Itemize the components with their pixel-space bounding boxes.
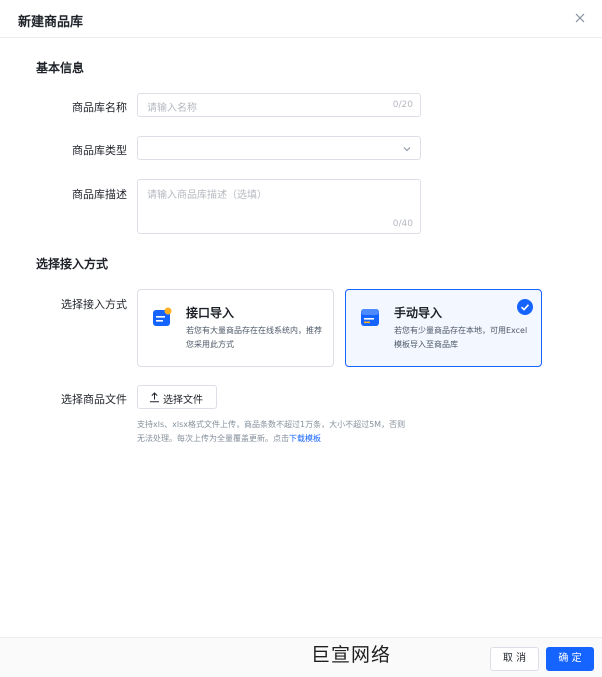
file-label: 选择商品文件 xyxy=(61,393,127,406)
check-circle-icon xyxy=(517,299,533,315)
upload-hint: 支持xls、xlsx格式文件上传，商品条数不超过1万条，大小不超过5M，否则无法… xyxy=(137,418,407,446)
chevron-down-icon xyxy=(403,147,411,152)
type-label: 商品库类型 xyxy=(72,144,127,157)
option-title: 接口导入 xyxy=(186,306,235,320)
option-desc: 若您有少量商品存在本地，可用Excel模板导入至商品库 xyxy=(394,326,528,349)
dialog-title: 新建商品库 xyxy=(18,15,84,30)
upload-hint-text: 支持xls、xlsx格式文件上传，商品条数不超过1万条，大小不超过5M，否则无法… xyxy=(137,420,406,443)
option-desc: 若您有大量商品存在在线系统内，推荐您采用此方式 xyxy=(186,326,322,349)
api-import-icon xyxy=(153,307,172,326)
select-file-label: 选择文件 xyxy=(163,395,203,406)
desc-textarea[interactable]: 请输入商品库描述（选填） 0/40 xyxy=(137,179,421,234)
manual-import-icon xyxy=(361,309,379,326)
desc-placeholder: 请输入商品库描述（选填） xyxy=(147,190,267,201)
name-char-count: 0/20 xyxy=(392,100,413,110)
section-title-access: 选择接入方式 xyxy=(36,257,109,271)
name-input[interactable]: 请输入名称 0/20 xyxy=(137,93,421,117)
dialog-header: 新建商品库 xyxy=(0,0,602,38)
desc-label: 商品库描述 xyxy=(72,188,127,201)
upload-icon xyxy=(150,392,159,403)
option-card-manual-import[interactable]: 手动导入 若您有少量商品存在本地，可用Excel模板导入至商品库 xyxy=(345,289,542,367)
confirm-button[interactable]: 确 定 xyxy=(546,647,594,671)
section-title-basic-info: 基本信息 xyxy=(36,61,85,75)
watermark: 巨宣网络 xyxy=(311,644,392,666)
name-placeholder: 请输入名称 xyxy=(147,103,197,114)
type-select[interactable] xyxy=(137,136,421,160)
option-title: 手动导入 xyxy=(394,306,443,320)
option-card-api-import[interactable]: 接口导入 若您有大量商品存在在线系统内，推荐您采用此方式 xyxy=(137,289,334,367)
download-template-link[interactable]: 下载模板 xyxy=(289,434,321,443)
desc-char-count: 0/40 xyxy=(392,219,413,229)
access-method-label: 选择接入方式 xyxy=(61,298,127,311)
name-label: 商品库名称 xyxy=(72,101,127,114)
cancel-button[interactable]: 取 消 xyxy=(490,647,539,671)
close-icon[interactable] xyxy=(572,10,588,26)
select-file-button[interactable]: 选择文件 xyxy=(137,385,217,409)
